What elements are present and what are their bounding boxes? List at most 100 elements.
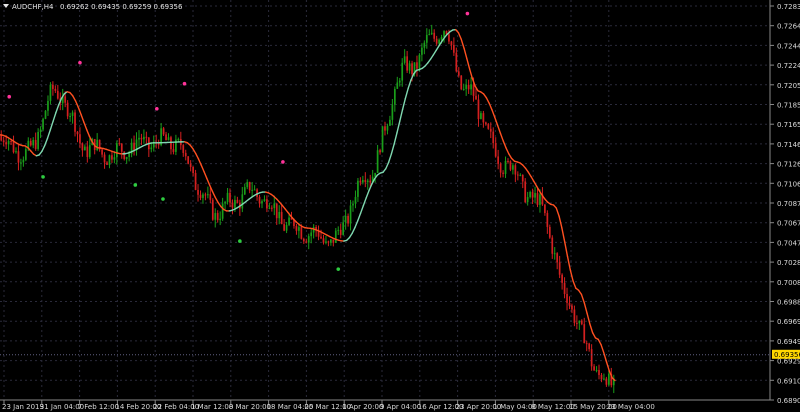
candle-body — [320, 236, 322, 239]
y-tick-label: 0.72050 — [777, 82, 800, 90]
candle-body — [556, 253, 559, 263]
y-tick-label: 0.70675 — [777, 220, 800, 228]
candle-body — [598, 370, 600, 375]
candle-body — [411, 63, 413, 75]
candle-body — [512, 165, 514, 170]
ohlc-label: 0.69262 0.69435 0.69259 0.69356 — [60, 3, 183, 11]
x-tick-label: 23 Jan 2019 — [2, 403, 44, 411]
candle-body — [71, 112, 74, 116]
candle-body — [5, 142, 8, 145]
candle-body — [526, 197, 529, 203]
candle-body — [69, 115, 71, 117]
candle-body — [214, 213, 217, 220]
candle-body — [605, 378, 608, 385]
candle-body — [37, 131, 39, 149]
candle-body — [231, 202, 234, 208]
y-tick-label: 0.69495 — [777, 338, 800, 346]
candle-body — [133, 142, 135, 151]
candle-body — [376, 150, 379, 173]
candle-body — [29, 140, 32, 146]
candle-body — [236, 199, 239, 203]
candle-body — [398, 80, 401, 83]
candle-body — [226, 192, 229, 202]
candle-body — [234, 199, 236, 208]
candle-body — [334, 230, 337, 243]
candle-body — [108, 155, 111, 165]
candle-body — [357, 180, 359, 197]
candle-body — [54, 88, 57, 91]
candle-body — [49, 84, 52, 101]
candle-body — [563, 282, 566, 295]
candle-body — [202, 194, 204, 198]
candle-body — [143, 136, 145, 140]
candle-body — [403, 56, 406, 63]
candle-body — [396, 82, 399, 89]
candle-body — [364, 180, 367, 183]
candle-body — [172, 149, 175, 152]
candle-body — [86, 146, 89, 157]
candle-body — [472, 84, 475, 96]
candle-body — [590, 349, 593, 367]
candle-body — [128, 153, 131, 158]
candle-body — [354, 196, 357, 204]
candle-body — [278, 211, 281, 219]
candle-body — [349, 205, 352, 224]
candle-body — [258, 196, 261, 204]
candle-body — [578, 320, 581, 324]
candle-body — [10, 140, 12, 142]
candle-body — [261, 201, 263, 204]
candle-body — [347, 215, 349, 224]
candle-body — [551, 237, 554, 254]
candle-body — [229, 192, 231, 203]
candle-body — [443, 31, 445, 38]
candle-body — [138, 137, 140, 140]
candle-body — [448, 34, 450, 42]
candle-body — [103, 154, 106, 163]
candle-body — [22, 159, 25, 163]
candle-body — [165, 134, 167, 141]
candle-body — [111, 155, 113, 160]
candle-body — [337, 229, 340, 231]
y-tick-label: 0.71065 — [777, 180, 800, 188]
candle-body — [305, 241, 308, 243]
y-tick-label: 0.71850 — [777, 102, 800, 110]
candle-body — [494, 143, 497, 157]
candle-body — [504, 160, 507, 174]
signal-dot-up — [336, 267, 341, 271]
candle-body — [76, 131, 79, 135]
candle-body — [499, 163, 502, 173]
candle-body — [302, 238, 305, 242]
candle-body — [423, 42, 426, 48]
candle-body — [389, 119, 391, 126]
candle-body — [379, 150, 381, 153]
candle-body — [529, 191, 531, 198]
chart-background — [0, 0, 800, 412]
signal-dot-down — [182, 81, 187, 86]
candle-body — [184, 152, 187, 157]
candle-body — [484, 122, 487, 125]
candle-body — [507, 160, 509, 162]
candle-body — [113, 157, 116, 160]
candle-body — [536, 193, 539, 205]
candle-body — [288, 217, 290, 225]
candle-body — [307, 236, 310, 243]
candle-body — [199, 194, 202, 198]
price-chart[interactable]: 0.72835 0.72640 0.72445 0.72245 0.72050 0.718… — [0, 0, 800, 412]
candle-body — [583, 324, 586, 344]
candle-body — [487, 124, 490, 129]
candle-body — [489, 128, 492, 132]
candle-body — [430, 32, 433, 35]
candle-body — [457, 71, 460, 76]
candle-body — [280, 211, 283, 225]
candle-body — [588, 343, 591, 350]
candle-body — [433, 32, 436, 39]
candle-body — [470, 84, 472, 90]
candle-body — [20, 162, 22, 164]
candle-body — [342, 222, 345, 235]
y-tick-label: 0.71655 — [777, 121, 800, 129]
candle-body — [462, 88, 465, 90]
candle-body — [465, 84, 468, 89]
candle-body — [295, 226, 298, 231]
candle-body — [425, 34, 428, 43]
candle-body — [595, 370, 598, 372]
